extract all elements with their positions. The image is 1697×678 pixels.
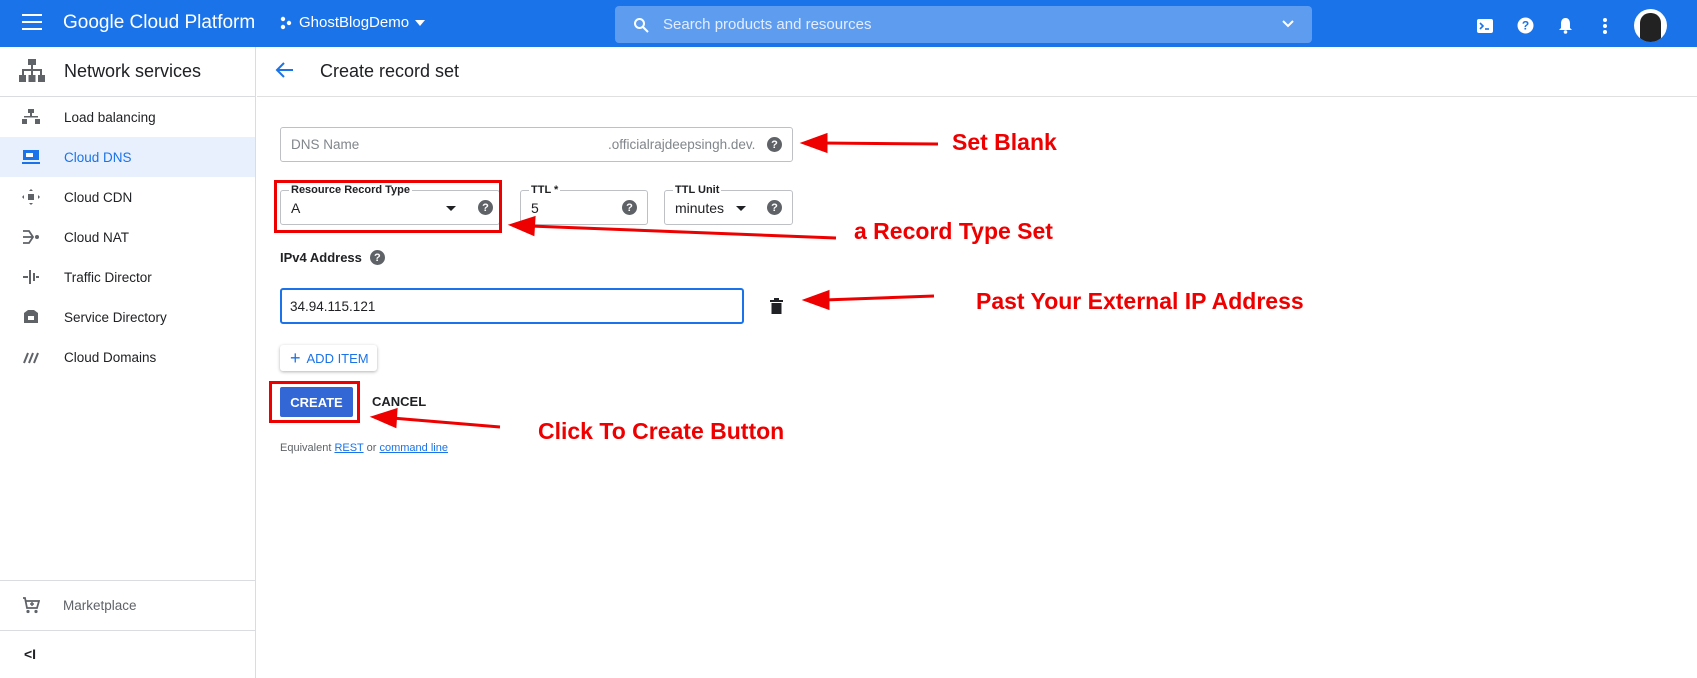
arrowhead-ip-address xyxy=(801,289,830,311)
arrow-ip-address xyxy=(823,294,935,302)
annotation-record-type: a Record Type Set xyxy=(854,218,1053,244)
arrowhead-create xyxy=(369,407,398,429)
arrow-create xyxy=(391,416,501,429)
annotation-ip-address: Past Your External IP Address xyxy=(976,288,1304,314)
arrow-set-blank xyxy=(819,141,939,146)
annotation-create-button: Click To Create Button xyxy=(538,418,785,444)
arrowhead-record-type xyxy=(507,215,536,237)
arrow-record-type xyxy=(529,224,837,240)
annotation-set-blank: Set Blank xyxy=(952,129,1057,155)
annotation-arrows xyxy=(369,132,939,429)
arrowhead-set-blank xyxy=(799,132,828,154)
